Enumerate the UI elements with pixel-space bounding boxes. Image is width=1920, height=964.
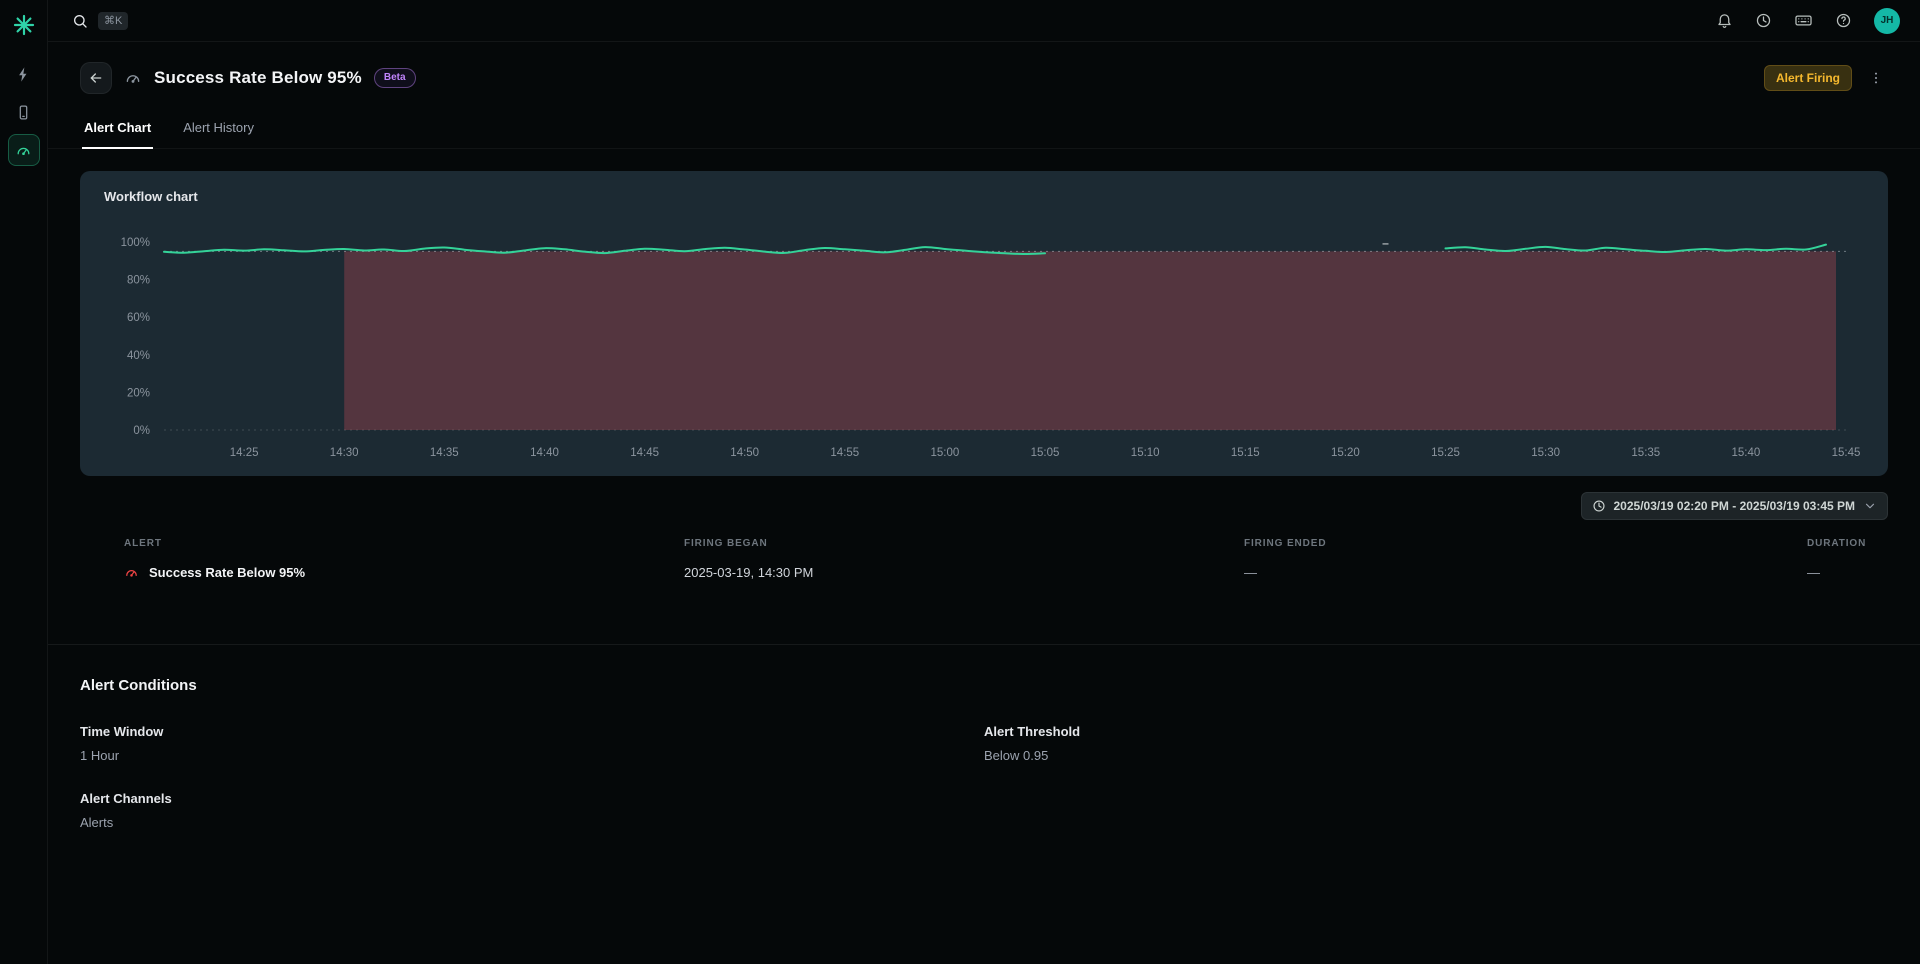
device-icon <box>15 104 32 121</box>
svg-text:20%: 20% <box>127 387 150 399</box>
column-header-alert: ALERT <box>124 538 684 549</box>
keyboard-icon <box>1794 11 1813 30</box>
svg-text:40%: 40% <box>127 350 150 362</box>
beta-badge: Beta <box>374 68 416 88</box>
app-root: ⌘K <box>0 0 1920 964</box>
search-icon <box>72 13 88 29</box>
sidebar-item-apps[interactable] <box>8 96 40 128</box>
svg-text:15:25: 15:25 <box>1431 447 1460 459</box>
page-title: Success Rate Below 95% <box>154 68 362 88</box>
table-row[interactable]: Success Rate Below 95% 2025-03-19, 14:30… <box>80 565 1888 580</box>
svg-text:15:30: 15:30 <box>1531 447 1560 459</box>
svg-text:0%: 0% <box>133 425 150 437</box>
svg-text:14:35: 14:35 <box>430 447 459 459</box>
app-logo[interactable] <box>9 10 39 40</box>
condition-alert-channels: Alert Channels Alerts <box>80 791 984 830</box>
topbar-actions: JH <box>1716 8 1900 34</box>
user-avatar[interactable]: JH <box>1874 8 1900 34</box>
svg-text:15:10: 15:10 <box>1131 447 1160 459</box>
back-button[interactable] <box>80 62 112 94</box>
more-options-button[interactable] <box>1864 66 1888 90</box>
alert-icon <box>124 565 139 580</box>
conditions-heading: Alert Conditions <box>80 677 1888 694</box>
chart-title: Workflow chart <box>104 189 1864 204</box>
svg-text:100%: 100% <box>121 237 150 249</box>
conditions-grid: Time Window 1 Hour Alert Threshold Below… <box>80 724 1888 830</box>
condition-time-window: Time Window 1 Hour <box>80 724 984 763</box>
main-area: ⌘K <box>48 0 1920 964</box>
chevron-down-icon <box>1863 499 1877 513</box>
sidebar-item-alerts[interactable] <box>8 134 40 166</box>
sidebar-item-functions[interactable] <box>8 58 40 90</box>
workflow-chart-card: Workflow chart 100% 80% 60% 40% 20% 0% 14:25 14… <box>80 171 1888 476</box>
page-header: Success Rate Below 95% Beta Alert Firing <box>48 42 1920 94</box>
alert-name: Success Rate Below 95% <box>149 565 305 580</box>
sidebar-nav <box>8 58 40 166</box>
table-header-row: ALERT FIRING BEGAN FIRING ENDED DURATION <box>80 538 1888 549</box>
history-button[interactable] <box>1755 12 1772 29</box>
column-header-firing-ended: FIRING ENDED <box>1244 538 1807 549</box>
svg-text:14:55: 14:55 <box>830 447 859 459</box>
tab-bar: Alert Chart Alert History <box>48 120 1920 149</box>
date-range-picker[interactable]: 2025/03/19 02:20 PM - 2025/03/19 03:45 P… <box>1581 492 1889 520</box>
svg-text:80%: 80% <box>127 275 150 287</box>
search-shortcut-badge: ⌘K <box>98 12 128 30</box>
condition-alert-threshold: Alert Threshold Below 0.95 <box>984 724 1888 763</box>
svg-text:14:50: 14:50 <box>730 447 759 459</box>
svg-text:14:45: 14:45 <box>630 447 659 459</box>
svg-text:15:00: 15:00 <box>931 447 960 459</box>
svg-text:15:35: 15:35 <box>1631 447 1660 459</box>
column-header-duration: DURATION <box>1807 538 1888 549</box>
tab-alert-chart[interactable]: Alert Chart <box>82 120 153 149</box>
svg-text:15:20: 15:20 <box>1331 447 1360 459</box>
svg-text:15:15: 15:15 <box>1231 447 1260 459</box>
alert-status-badge: Alert Firing <box>1764 65 1852 91</box>
svg-text:15:40: 15:40 <box>1732 447 1761 459</box>
keyboard-shortcuts-button[interactable] <box>1794 11 1813 30</box>
bell-icon <box>1716 12 1733 29</box>
firing-ended-value: — <box>1244 565 1807 580</box>
lightning-icon <box>15 66 32 83</box>
svg-text:14:40: 14:40 <box>530 447 559 459</box>
svg-text:15:45: 15:45 <box>1832 447 1861 459</box>
workflow-chart: 100% 80% 60% 40% 20% 0% 14:25 14:30 14:35 14:40 14… <box>104 216 1866 468</box>
svg-text:15:05: 15:05 <box>1031 447 1060 459</box>
alerts-table: ALERT FIRING BEGAN FIRING ENDED DURATION… <box>80 538 1888 580</box>
arrow-left-icon <box>88 70 104 86</box>
alert-conditions-section: Alert Conditions Time Window 1 Hour Aler… <box>48 644 1920 830</box>
search-button[interactable]: ⌘K <box>72 12 128 30</box>
duration-value: — <box>1807 565 1888 580</box>
clock-icon <box>1755 12 1772 29</box>
tab-alert-history[interactable]: Alert History <box>181 120 256 149</box>
alert-gauge-icon <box>124 69 142 87</box>
column-header-firing-began: FIRING BEGAN <box>684 538 1244 549</box>
svg-text:14:30: 14:30 <box>330 447 359 459</box>
svg-text:14:25: 14:25 <box>230 447 259 459</box>
notifications-button[interactable] <box>1716 12 1733 29</box>
help-button[interactable] <box>1835 12 1852 29</box>
date-range-label: 2025/03/19 02:20 PM - 2025/03/19 03:45 P… <box>1614 499 1856 513</box>
help-icon <box>1835 12 1852 29</box>
logo-starburst-icon <box>12 13 36 37</box>
sidebar <box>0 0 48 964</box>
date-range-row: 2025/03/19 02:20 PM - 2025/03/19 03:45 P… <box>80 492 1888 520</box>
alert-name-cell: Success Rate Below 95% <box>124 565 684 580</box>
clock-icon <box>1592 499 1606 513</box>
kebab-menu-icon <box>1868 70 1884 86</box>
alert-gauge-icon <box>15 142 32 159</box>
firing-began-value: 2025-03-19, 14:30 PM <box>684 565 1244 580</box>
topbar: ⌘K <box>48 0 1920 42</box>
svg-text:60%: 60% <box>127 312 150 324</box>
